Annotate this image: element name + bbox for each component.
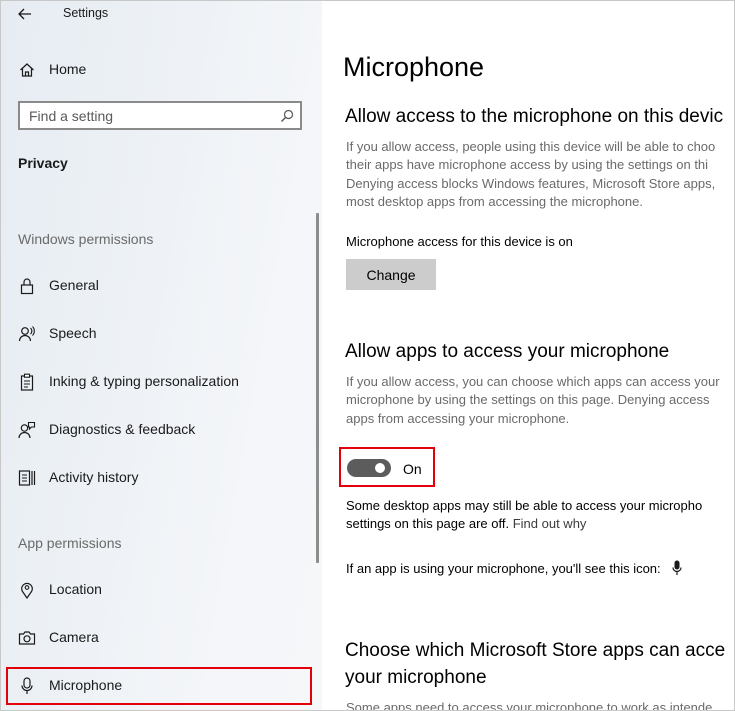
store-apps-description: Some apps need to access your microphone…: [346, 699, 734, 711]
description-line: microphone by using the settings on this…: [346, 392, 710, 408]
sidebar-scrollbar[interactable]: [316, 213, 319, 563]
app-title: Settings: [63, 6, 109, 20]
apps-access-toggle[interactable]: [347, 459, 391, 477]
microphone-icon: [672, 560, 682, 575]
sidebar-item-label: Inking & typing personalization: [49, 373, 239, 389]
icon-note-text: If an app is using your microphone, you'…: [346, 561, 661, 576]
back-button[interactable]: [11, 3, 39, 25]
sidebar-item-activity-history[interactable]: Activity history: [1, 456, 322, 500]
device-access-description: If you allow access, people using this d…: [346, 138, 734, 212]
sidebar-item-inking-typing[interactable]: Inking & typing personalization: [1, 360, 322, 404]
selected-item-highlight: [6, 667, 312, 705]
description-line: most desktop apps from accessing the mic…: [346, 194, 643, 210]
toggle-state-label: On: [403, 461, 422, 477]
description-line: their apps have microphone access by usi…: [346, 157, 709, 173]
title-bar: Settings: [1, 1, 322, 29]
location-icon: [17, 580, 37, 600]
sidebar-item-label: Home: [49, 61, 87, 77]
change-button[interactable]: Change: [346, 259, 436, 290]
desktop-apps-note-line2: settings on this page are off. Find out …: [346, 516, 586, 531]
toggle-knob: [375, 463, 385, 473]
home-icon: [17, 60, 37, 80]
group-label-app-permissions: App permissions: [18, 535, 122, 551]
sidebar-item-camera[interactable]: Camera: [1, 616, 322, 660]
person-feedback-icon: [17, 420, 37, 440]
sidebar-item-label: Activity history: [49, 469, 139, 485]
sidebar-item-location[interactable]: Location: [1, 568, 322, 612]
content-pane: Microphone Allow access to the microphon…: [322, 1, 734, 711]
search-box[interactable]: [18, 101, 302, 130]
clipboard-icon: [17, 372, 37, 392]
search-input[interactable]: [29, 107, 269, 125]
sidebar-item-diagnostics-feedback[interactable]: Diagnostics & feedback: [1, 408, 322, 452]
back-arrow-icon: [18, 8, 31, 20]
sidebar-item-general[interactable]: General: [1, 264, 322, 308]
apps-access-heading: Allow apps to access your microphone: [345, 341, 670, 362]
sidebar-item-label: Speech: [49, 325, 97, 341]
desktop-apps-note-line1: Some desktop apps may still be able to a…: [346, 498, 703, 513]
group-label-windows-permissions: Windows permissions: [18, 231, 154, 247]
speech-icon: [17, 324, 37, 344]
sidebar-item-home[interactable]: Home: [1, 48, 322, 92]
description-line: If you allow access, you can choose whic…: [346, 374, 720, 389]
icon-note: If an app is using your microphone, you'…: [346, 560, 682, 576]
sidebar-item-label: Location: [49, 581, 102, 597]
store-apps-heading-line1: Choose which Microsoft Store apps can ac…: [345, 640, 726, 661]
description-line: Denying access blocks Windows features, …: [346, 175, 716, 191]
sidebar-item-speech[interactable]: Speech: [1, 312, 322, 356]
description-line: Some apps need to access your microphone…: [346, 700, 713, 711]
sidebar-item-label: Camera: [49, 629, 99, 645]
settings-window: Settings Home Privacy Windows permission…: [0, 0, 735, 711]
device-access-status: Microphone access for this device is on: [346, 234, 573, 249]
note-text: settings on this page are off.: [346, 516, 510, 531]
camera-icon: [17, 628, 37, 648]
sidebar-item-label: General: [49, 277, 99, 293]
find-out-why-link[interactable]: Find out why: [513, 516, 587, 531]
description-line: If you allow access, people using this d…: [346, 139, 716, 154]
activity-history-icon: [17, 468, 37, 488]
device-access-heading: Allow access to the microphone on this d…: [345, 106, 724, 127]
lock-icon: [17, 276, 37, 296]
page-title: Microphone: [343, 52, 485, 82]
description-line: apps from accessing your microphone.: [346, 410, 570, 426]
toggle-highlight: On: [339, 447, 435, 487]
search-icon[interactable]: [280, 109, 294, 123]
sidebar-item-label: Diagnostics & feedback: [49, 421, 196, 437]
store-apps-heading-line2: your microphone: [345, 667, 487, 688]
apps-access-description: If you allow access, you can choose whic…: [346, 373, 734, 428]
sidebar: Settings Home Privacy Windows permission…: [1, 1, 322, 710]
section-title: Privacy: [18, 155, 68, 171]
